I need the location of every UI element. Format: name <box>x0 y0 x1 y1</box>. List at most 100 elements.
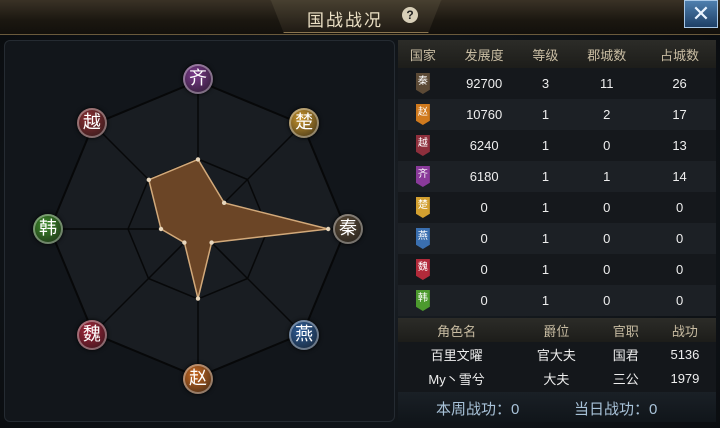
captured-count: 0 <box>643 285 716 316</box>
nation-row: 燕0100 <box>398 223 716 254</box>
level-value: 1 <box>520 223 571 254</box>
captured-count: 17 <box>643 99 716 130</box>
captured-count: 13 <box>643 130 716 161</box>
nation-node[interactable]: 秦 <box>333 214 363 244</box>
captured-count: 0 <box>643 223 716 254</box>
role-name: My丶雪兮 <box>398 366 516 390</box>
development-value: 6240 <box>447 130 521 161</box>
radar-point <box>209 240 214 245</box>
development-value: 92700 <box>447 68 521 99</box>
col-title: 爵位 <box>515 318 598 342</box>
nation-node[interactable]: 楚 <box>289 107 320 138</box>
city-count: 0 <box>570 254 644 285</box>
nation-row: 越 6240 1 0 13 <box>398 130 716 161</box>
daily-merit: 当日战功：0 <box>574 401 658 418</box>
nation-cell: 楚 <box>398 192 448 223</box>
level-value: 1 <box>520 192 571 223</box>
nation-cell: 燕 <box>398 223 448 254</box>
col-role-name: 角色名 <box>398 318 516 342</box>
development-value: 0 <box>447 223 521 254</box>
level-value: 1 <box>520 99 571 130</box>
nation-row: 赵 10760 1 2 17 <box>398 99 716 130</box>
role-row: 百里文曜 官大夫 国君 5136 <box>398 342 716 366</box>
nation-table: 国家 发展度 等级 郡城数 占城数 秦 92700 3 11 26 赵 10760 1 2 17 越… <box>398 40 716 316</box>
help-icon[interactable]: ? <box>402 7 418 23</box>
captured-count: 14 <box>643 161 716 192</box>
level-value: 3 <box>520 68 571 99</box>
col-post: 官职 <box>597 318 654 342</box>
col-level: 等级 <box>520 40 571 68</box>
city-count: 2 <box>570 99 644 130</box>
nation-cell: 越 <box>398 130 448 161</box>
close-button[interactable]: ✕ <box>684 0 718 28</box>
nation-row: 齐 6180 1 1 14 <box>398 161 716 192</box>
level-value: 1 <box>520 285 571 316</box>
col-development: 发展度 <box>447 40 521 68</box>
nation-node[interactable]: 燕 <box>289 320 320 351</box>
nation-cell: 韩 <box>398 285 448 316</box>
development-value: 10760 <box>447 99 521 130</box>
radar-point <box>158 226 164 232</box>
role-post: 三公 <box>597 366 654 390</box>
weekly-merit: 本周战功：0 <box>436 401 520 418</box>
development-value: 0 <box>447 254 521 285</box>
nation-banner: 秦 <box>415 73 430 94</box>
role-rank: 官大夫 <box>515 342 598 366</box>
nation-banner: 齐 <box>415 166 430 187</box>
nation-node[interactable]: 赵 <box>183 364 213 394</box>
city-count: 0 <box>570 285 644 316</box>
window-title: 国战战况 <box>307 11 383 31</box>
radar-point <box>182 240 187 245</box>
merit-footer: 本周战功：0 当日战功：0 <box>398 392 716 422</box>
game-window: 国战战况 ? ✕ 齐楚秦燕赵魏韩越 国家 发展度 等级 郡城数 占城数 秦 92… <box>0 0 720 428</box>
city-count: 1 <box>570 161 644 192</box>
development-value: 0 <box>447 192 521 223</box>
captured-count: 26 <box>643 68 716 99</box>
radar-point <box>195 296 201 301</box>
nation-cell: 齐 <box>398 161 448 192</box>
nation-node[interactable]: 齐 <box>183 64 213 94</box>
nation-banner: 燕 <box>415 228 430 249</box>
development-value: 6180 <box>447 161 521 192</box>
col-nation: 国家 <box>398 40 448 68</box>
role-rank: 大夫 <box>515 366 598 390</box>
radar-point <box>146 177 152 183</box>
level-value: 1 <box>520 161 571 192</box>
nation-banner: 赵 <box>415 104 430 125</box>
role-merit: 1979 <box>653 366 716 390</box>
role-post: 国君 <box>597 342 654 366</box>
role-name: 百里文曜 <box>398 342 516 366</box>
nation-row: 楚0100 <box>398 192 716 223</box>
nation-row: 韩0100 <box>398 285 716 316</box>
nation-banner: 韩 <box>415 290 430 311</box>
level-value: 1 <box>520 254 571 285</box>
city-count: 0 <box>570 192 644 223</box>
stats-panel: 国家 发展度 等级 郡城数 占城数 秦 92700 3 11 26 赵 10760 1 2 17 越… <box>398 40 716 424</box>
nation-cell: 魏 <box>398 254 448 285</box>
nation-node[interactable]: 韩 <box>33 214 63 244</box>
col-captured: 占城数 <box>643 40 716 68</box>
city-count: 0 <box>570 130 644 161</box>
nation-banner: 越 <box>415 135 430 156</box>
city-count: 0 <box>570 223 644 254</box>
nation-cell: 秦 <box>398 68 448 99</box>
radar-point <box>326 226 331 232</box>
nation-cell: 赵 <box>398 99 448 130</box>
development-value: 0 <box>447 285 521 316</box>
nation-node[interactable]: 魏 <box>76 320 107 351</box>
nation-row: 秦 92700 3 11 26 <box>398 68 716 99</box>
nation-node[interactable]: 越 <box>76 107 107 138</box>
level-value: 1 <box>520 130 571 161</box>
col-merit: 战功 <box>653 318 716 342</box>
nation-row: 魏0100 <box>398 254 716 285</box>
role-merit: 5136 <box>653 342 716 366</box>
captured-count: 0 <box>643 192 716 223</box>
col-cities: 郡城数 <box>570 40 644 68</box>
radar-point <box>195 157 201 162</box>
nation-banner: 楚 <box>415 197 430 218</box>
captured-count: 0 <box>643 254 716 285</box>
nation-banner: 魏 <box>415 259 430 280</box>
city-count: 11 <box>570 68 644 99</box>
radar-panel: 齐楚秦燕赵 魏 韩 越 <box>4 40 395 422</box>
radar-point <box>221 200 227 206</box>
